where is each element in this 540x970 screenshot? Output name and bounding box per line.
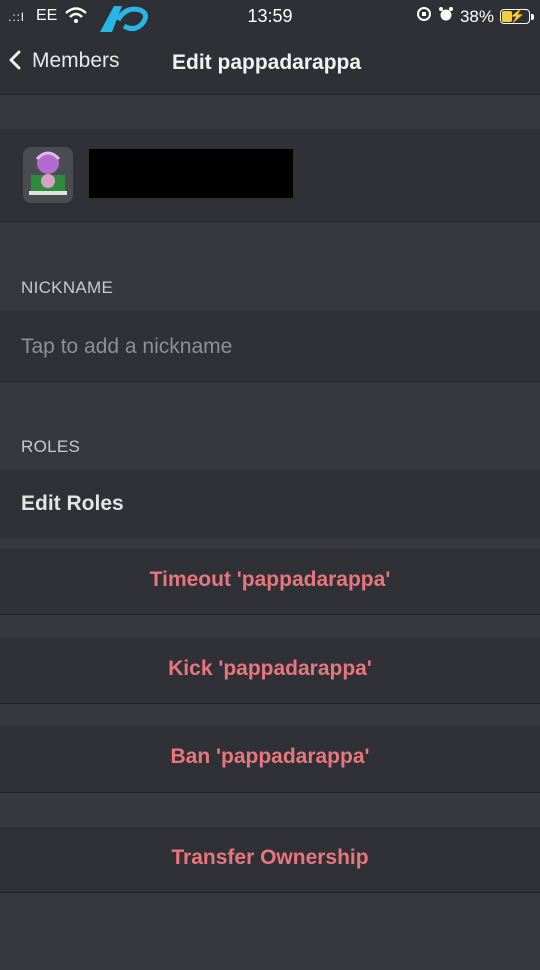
kick-member-button[interactable]: Kick 'pappadarappa' [0, 638, 540, 703]
nickname-input[interactable] [19, 329, 503, 365]
ban-member-button[interactable]: Ban 'pappadarappa' [0, 726, 540, 792]
charging-bolt-icon: ⚡ [509, 8, 526, 23]
chevron-left-icon [8, 48, 26, 74]
status-bar: .::l EE 13:59 38% ⚡ [0, 0, 540, 34]
battery-icon: ⚡ [500, 8, 534, 24]
avatar [23, 147, 73, 203]
edit-roles-button[interactable]: Edit Roles [0, 470, 540, 538]
divider [0, 221, 540, 222]
divider [0, 614, 540, 615]
divider [0, 703, 540, 704]
roles-section-label: ROLES [21, 437, 81, 456]
divider [0, 792, 540, 793]
nickname-row [0, 311, 540, 381]
nickname-section-label: NICKNAME [21, 278, 114, 297]
edit-roles-label: Edit Roles [21, 492, 124, 515]
back-button-label: Members [32, 49, 120, 72]
transfer-ownership-button[interactable]: Transfer Ownership [0, 827, 540, 892]
divider [0, 892, 540, 893]
status-right-group: 38% ⚡ [416, 6, 534, 27]
kick-label: Kick 'pappadarappa' [168, 657, 372, 680]
battery-percentage: 38% [459, 6, 494, 26]
alarm-icon [438, 6, 454, 27]
member-profile-row [0, 129, 540, 221]
page-title: Edit pappadarappa [172, 51, 362, 74]
timeout-label: Timeout 'pappadarappa' [149, 568, 391, 591]
timeout-member-button[interactable]: Timeout 'pappadarappa' [0, 549, 540, 614]
transfer-ownership-label: Transfer Ownership [171, 846, 369, 869]
navigation-bar: Members Edit pappadarappa [0, 34, 540, 95]
redacted-username [89, 149, 293, 198]
divider [0, 381, 540, 382]
back-button[interactable]: Members [8, 48, 120, 74]
ban-label: Ban 'pappadarappa' [170, 745, 370, 768]
orientation-lock-icon [416, 6, 432, 27]
